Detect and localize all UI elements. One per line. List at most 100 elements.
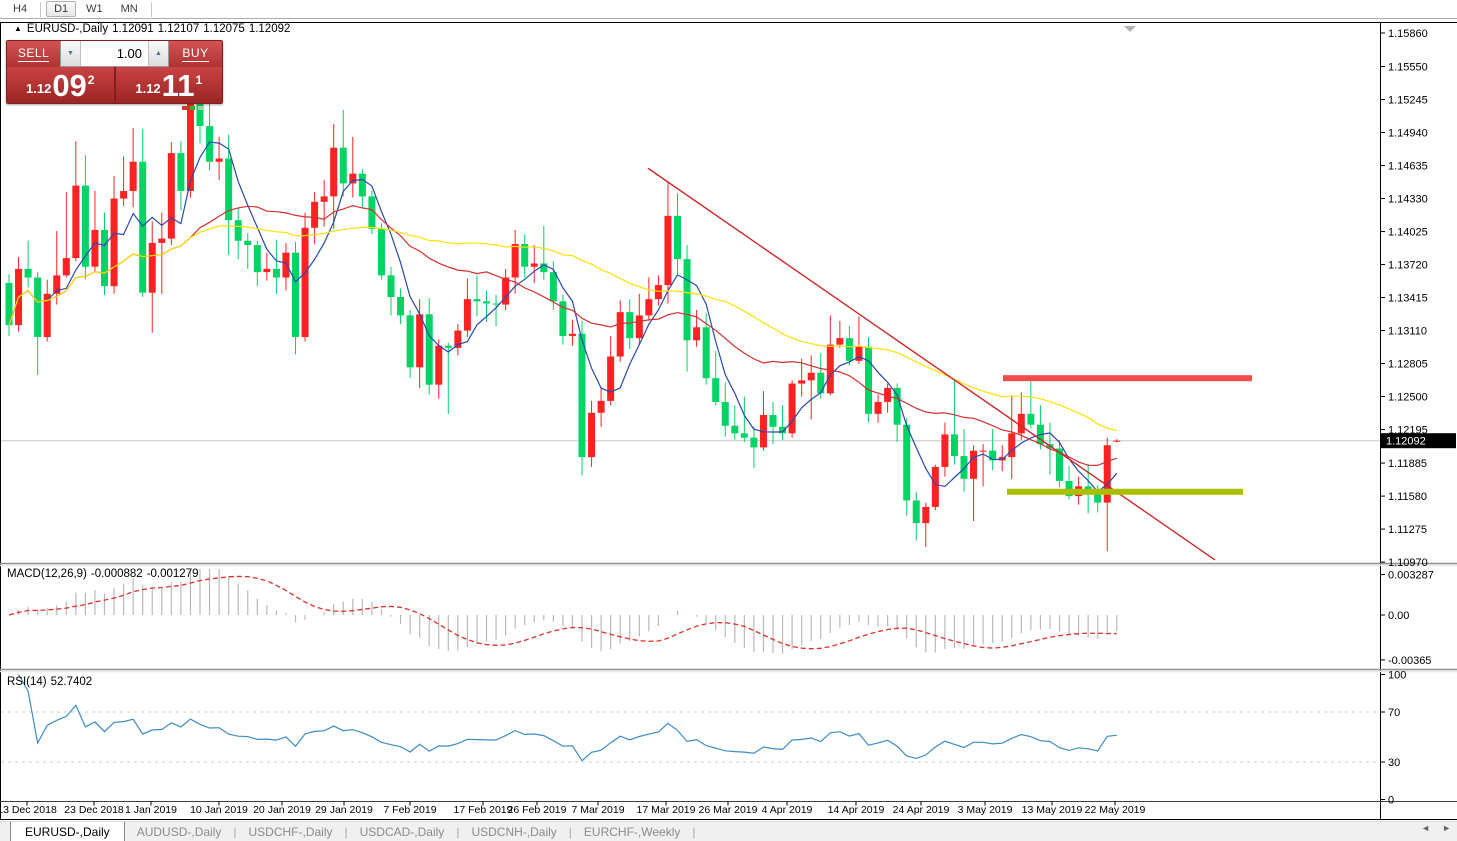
panel-marker-red: [182, 106, 187, 110]
price-tick-label: 1.13720: [1388, 260, 1428, 272]
price-tick-label: 1.12805: [1388, 359, 1428, 371]
tab-audusd[interactable]: AUDUSD-,Daily: [125, 822, 234, 841]
date-tick-label: 10 Jan 2019: [190, 804, 248, 816]
symbol-tab-bar: EURUSD-,DailyAUDUSD-,Daily | USDCHF-,Daily…: [0, 821, 1457, 841]
ohlc-high: 1.12107: [158, 23, 200, 35]
tab-scroll-right-icon[interactable]: ►: [1442, 823, 1451, 833]
tab-usdcnh[interactable]: USDCNH-,Daily: [459, 822, 568, 841]
tab-usdcad[interactable]: USDCAD-,Daily: [348, 822, 457, 841]
candle-body: [177, 153, 184, 191]
tab-eurusd[interactable]: EURUSD-,Daily: [10, 822, 125, 841]
candle-body: [569, 334, 576, 336]
price-tick-label: 1.15860: [1388, 28, 1428, 40]
candle-body: [473, 299, 480, 301]
price-tick-label: 1.13110: [1388, 326, 1427, 338]
timeframe-button-h4[interactable]: H4: [5, 1, 35, 17]
candle-body: [216, 159, 223, 162]
date-tick-label: 22 May 2019: [1085, 804, 1146, 816]
candle-body: [865, 347, 872, 414]
chart-canvas[interactable]: 1.158601.155501.152451.149401.146351.143…: [0, 20, 1457, 821]
timeframe-toolbar: H4 D1W1MN: [0, 0, 1457, 19]
candle-body: [598, 401, 605, 413]
sell-button[interactable]: SELL: [7, 41, 60, 67]
tab-usdchf[interactable]: USDCHF-,Daily: [237, 822, 345, 841]
candle-body: [875, 402, 882, 414]
descending-trendline[interactable]: [648, 168, 1215, 560]
price-tick-label: 1.14635: [1388, 161, 1428, 173]
candle-body: [130, 162, 137, 191]
candle-body: [588, 413, 595, 457]
candle-body: [1008, 433, 1015, 457]
candle-body: [139, 162, 146, 293]
price-tick-label: 1.15245: [1388, 95, 1428, 107]
timeframe-button-d1[interactable]: D1: [46, 1, 76, 17]
support-line[interactable]: [1007, 489, 1243, 495]
panel-marker-palegreen: [198, 106, 203, 110]
candle-body: [1113, 441, 1120, 442]
volume-input[interactable]: [81, 41, 148, 66]
rsi-tick-label: 30: [1388, 757, 1400, 769]
candle-body: [703, 327, 710, 378]
candle-body: [626, 312, 633, 338]
candle-body: [340, 148, 347, 184]
candle-body: [655, 285, 662, 299]
volume-increase-icon[interactable]: ▲: [148, 41, 168, 66]
price-tick-label: 1.14330: [1388, 194, 1428, 206]
candle-body: [263, 269, 270, 272]
rsi-axis-labels: 10070300: [1381, 670, 1406, 807]
current-price-tag-label: 1.12092: [1386, 436, 1426, 448]
tab-eurchf[interactable]: EURCHF-,Weekly: [572, 822, 692, 841]
resistance-line[interactable]: [1003, 375, 1252, 381]
date-tick-label: 4 Apr 2019: [762, 804, 813, 816]
candle-body: [311, 202, 318, 228]
candle-body: [913, 500, 920, 523]
candle-body: [25, 269, 32, 278]
rsi-value: 52.7402: [51, 676, 93, 688]
candle-body: [712, 378, 719, 402]
buy-button[interactable]: BUY: [169, 41, 222, 67]
candle-body: [674, 216, 681, 259]
candle-body: [388, 275, 395, 297]
candle-body: [206, 126, 213, 162]
candle-body: [817, 373, 824, 394]
buy-price-display[interactable]: 1.12111: [116, 67, 223, 103]
candle-body: [846, 338, 853, 361]
candle-body: [941, 434, 948, 466]
volume-decrease-icon[interactable]: ▼: [61, 41, 81, 66]
candle-body: [932, 467, 939, 507]
date-tick-label: 26 Mar 2019: [699, 804, 758, 816]
candle-body: [617, 312, 624, 356]
ohlc-low: 1.12075: [203, 23, 245, 35]
date-tick-label: 13 May 2019: [1022, 804, 1083, 816]
tab-separator: |: [692, 822, 695, 841]
candle-body: [158, 239, 165, 243]
timeframe-button-mn[interactable]: MN: [113, 1, 146, 17]
candle-body: [531, 263, 538, 266]
sell-price-display[interactable]: 1.12092: [7, 67, 116, 103]
ohlc-open: 1.12091: [112, 23, 154, 35]
candle-body: [378, 229, 385, 276]
candle-body: [235, 220, 242, 241]
candle-body: [922, 507, 929, 523]
date-tick-label: 24 Apr 2019: [893, 804, 950, 816]
panel-marker-green: [190, 106, 195, 110]
candle-body: [894, 388, 901, 425]
scroll-to-end-icon[interactable]: [1124, 26, 1136, 32]
date-tick-label: 26 Feb 2019: [508, 804, 567, 816]
candle-body: [798, 380, 805, 383]
price-tick-label: 1.12500: [1388, 392, 1428, 404]
rsi-tick-label: 100: [1388, 670, 1406, 682]
timeframe-button-w1[interactable]: W1: [78, 1, 111, 17]
one-click-trading-panel: SELL ▼ ▲ BUY 1.12092 1.12111: [6, 40, 223, 104]
date-tick-label: 17 Mar 2019: [637, 804, 696, 816]
macd-value: -0.000882: [91, 568, 143, 580]
tab-scroll-left-icon[interactable]: ◄: [1421, 823, 1430, 833]
price-tick-label: 1.15550: [1388, 62, 1428, 74]
collapse-triangle-icon[interactable]: ▲: [14, 24, 22, 33]
price-tick-label: 1.14025: [1388, 227, 1428, 239]
price-axis-labels: 1.158601.155501.152451.149401.146351.143…: [1381, 28, 1428, 569]
candle-body: [63, 258, 70, 275]
candle-body: [750, 438, 757, 448]
candle-body: [330, 148, 337, 197]
candle-body: [302, 228, 309, 337]
